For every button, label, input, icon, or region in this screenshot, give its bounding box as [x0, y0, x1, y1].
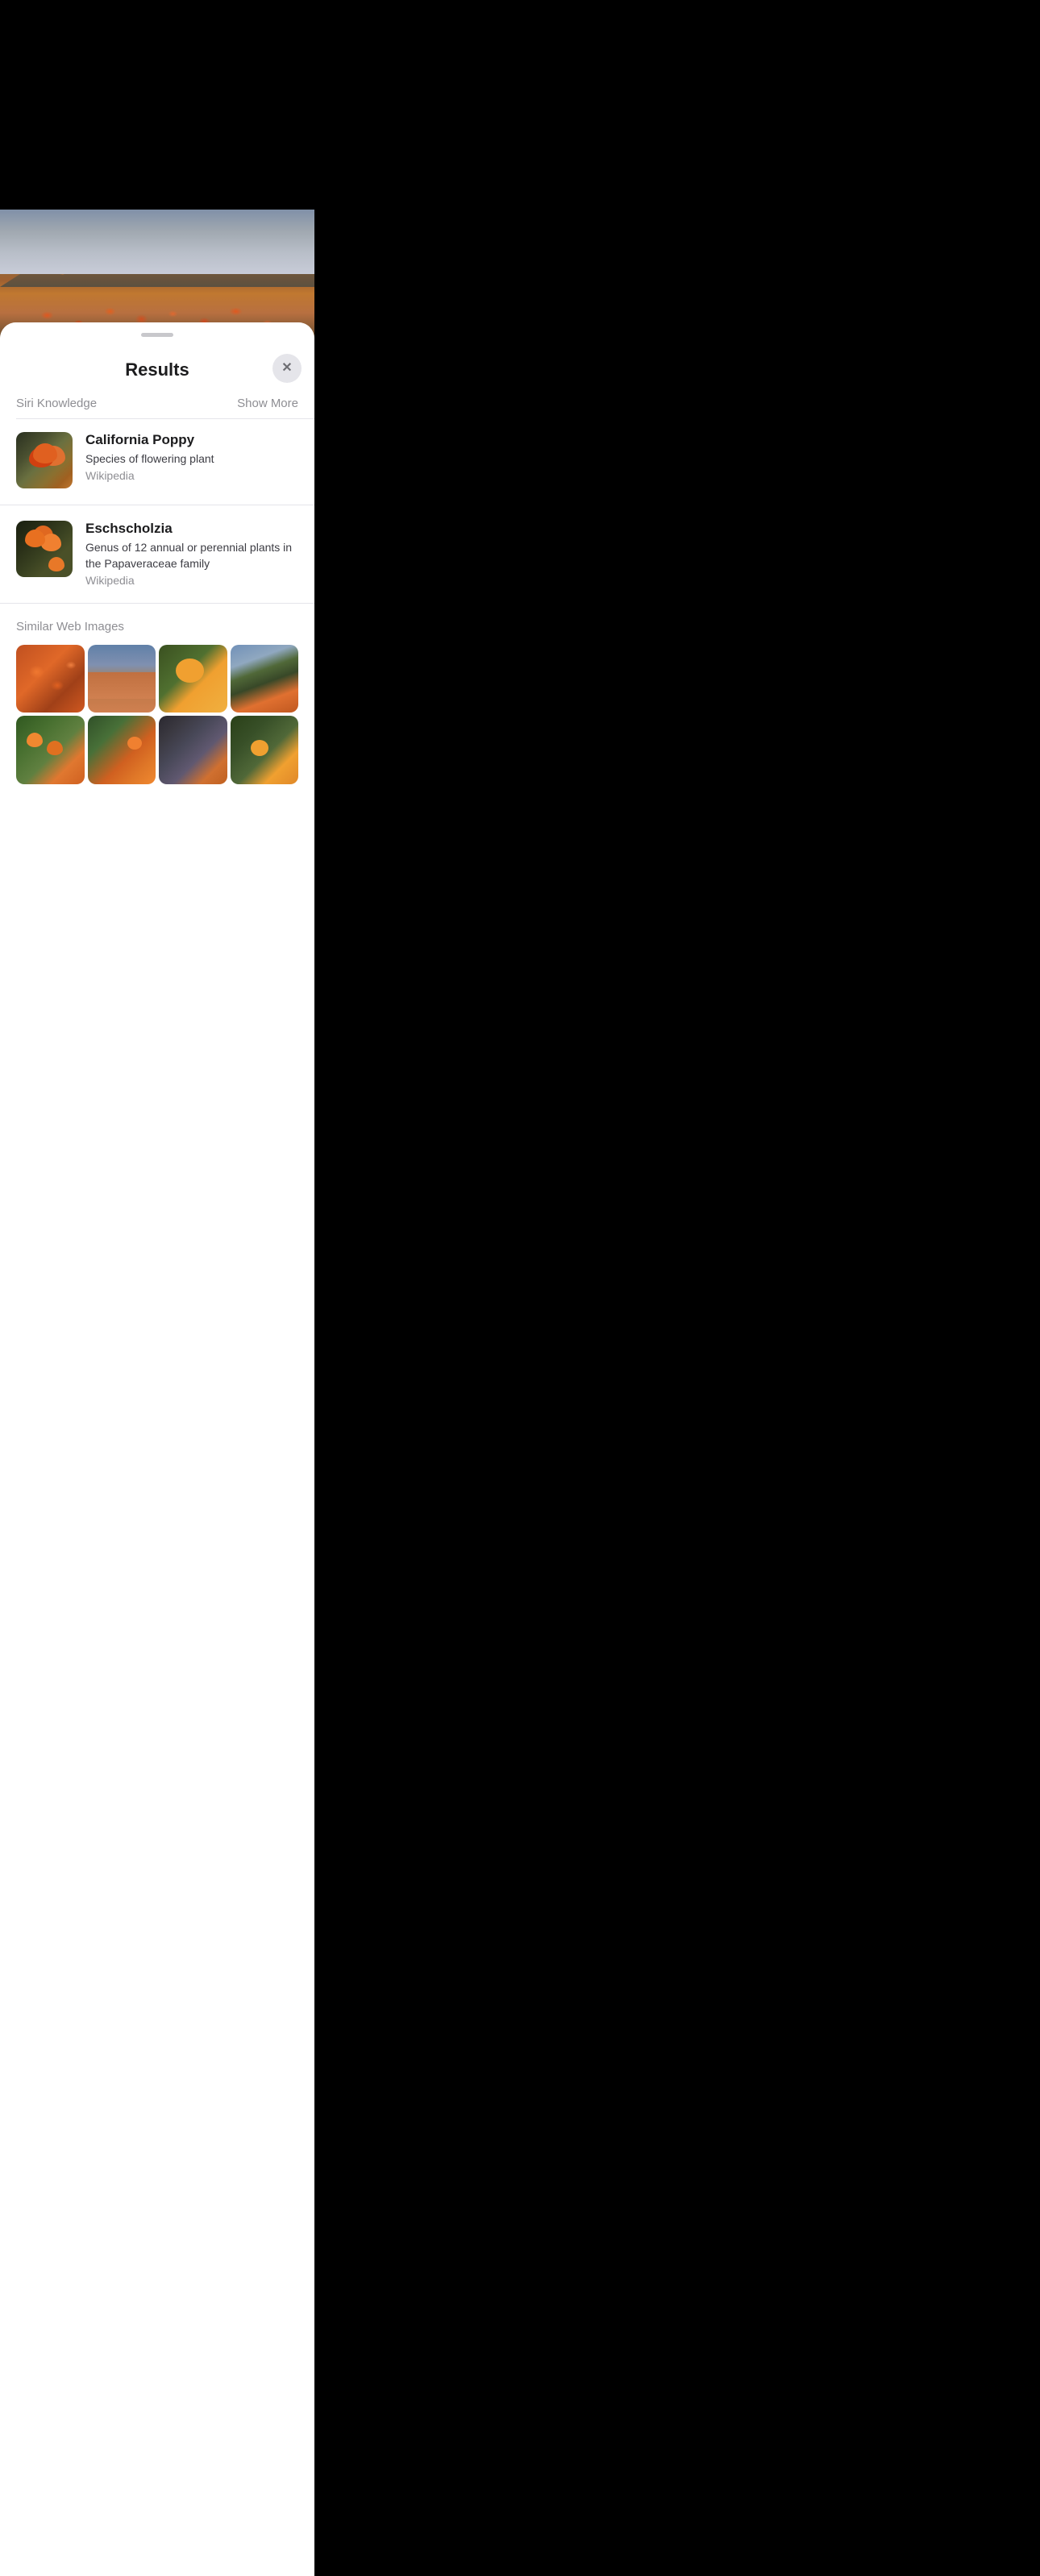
drag-handle-container[interactable] — [0, 322, 314, 347]
hero-container — [0, 0, 314, 339]
similar-image-3[interactable] — [159, 645, 227, 713]
similar-image-5[interactable] — [16, 716, 85, 784]
siri-knowledge-header: Siri Knowledge Show More — [0, 390, 314, 418]
poppy-thumbnail — [16, 432, 73, 488]
hero-image — [0, 0, 314, 339]
similar-web-images-section: Similar Web Images — [0, 607, 314, 784]
california-poppy-subtitle: Species of flowering plant — [85, 451, 298, 467]
eschscholzia-source: Wikipedia — [85, 574, 298, 587]
hero-landscape — [0, 210, 314, 339]
results-header: Results ✕ — [0, 347, 314, 390]
eschscholzia-thumbnail — [16, 521, 73, 577]
california-poppy-image — [16, 432, 73, 488]
similar-image-2[interactable] — [88, 645, 156, 713]
divider-3 — [0, 603, 314, 604]
results-title: Results — [125, 359, 189, 380]
similar-image-6[interactable] — [88, 716, 156, 784]
show-more-button[interactable]: Show More — [237, 397, 298, 410]
close-button[interactable]: ✕ — [272, 354, 302, 383]
eschscholzia-content: Eschscholzia Genus of 12 annual or peren… — [85, 521, 298, 587]
similar-image-1[interactable] — [16, 645, 85, 713]
similar-image-4[interactable] — [231, 645, 299, 713]
similar-images-label: Similar Web Images — [16, 620, 298, 634]
similar-image-7[interactable] — [159, 716, 227, 784]
california-poppy-content: California Poppy Species of flowering pl… — [85, 432, 298, 483]
hero-black-area — [0, 0, 314, 210]
siri-knowledge-label: Siri Knowledge — [16, 397, 97, 410]
drag-handle — [141, 333, 173, 337]
mountains — [0, 247, 314, 287]
images-grid — [16, 645, 298, 784]
eschscholzia-subtitle: Genus of 12 annual or perennial plants i… — [85, 540, 298, 571]
california-poppy-title: California Poppy — [85, 432, 298, 448]
similar-image-8[interactable] — [231, 716, 299, 784]
results-sheet: Results ✕ Siri Knowledge Show More Calif… — [0, 322, 314, 2576]
close-icon: ✕ — [281, 362, 292, 375]
eschscholzia-title: Eschscholzia — [85, 521, 298, 537]
california-poppy-source: Wikipedia — [85, 469, 298, 482]
eschscholzia-image — [16, 521, 73, 577]
knowledge-item-eschscholzia[interactable]: Eschscholzia Genus of 12 annual or peren… — [0, 508, 314, 600]
knowledge-item-california-poppy[interactable]: California Poppy Species of flowering pl… — [0, 419, 314, 501]
